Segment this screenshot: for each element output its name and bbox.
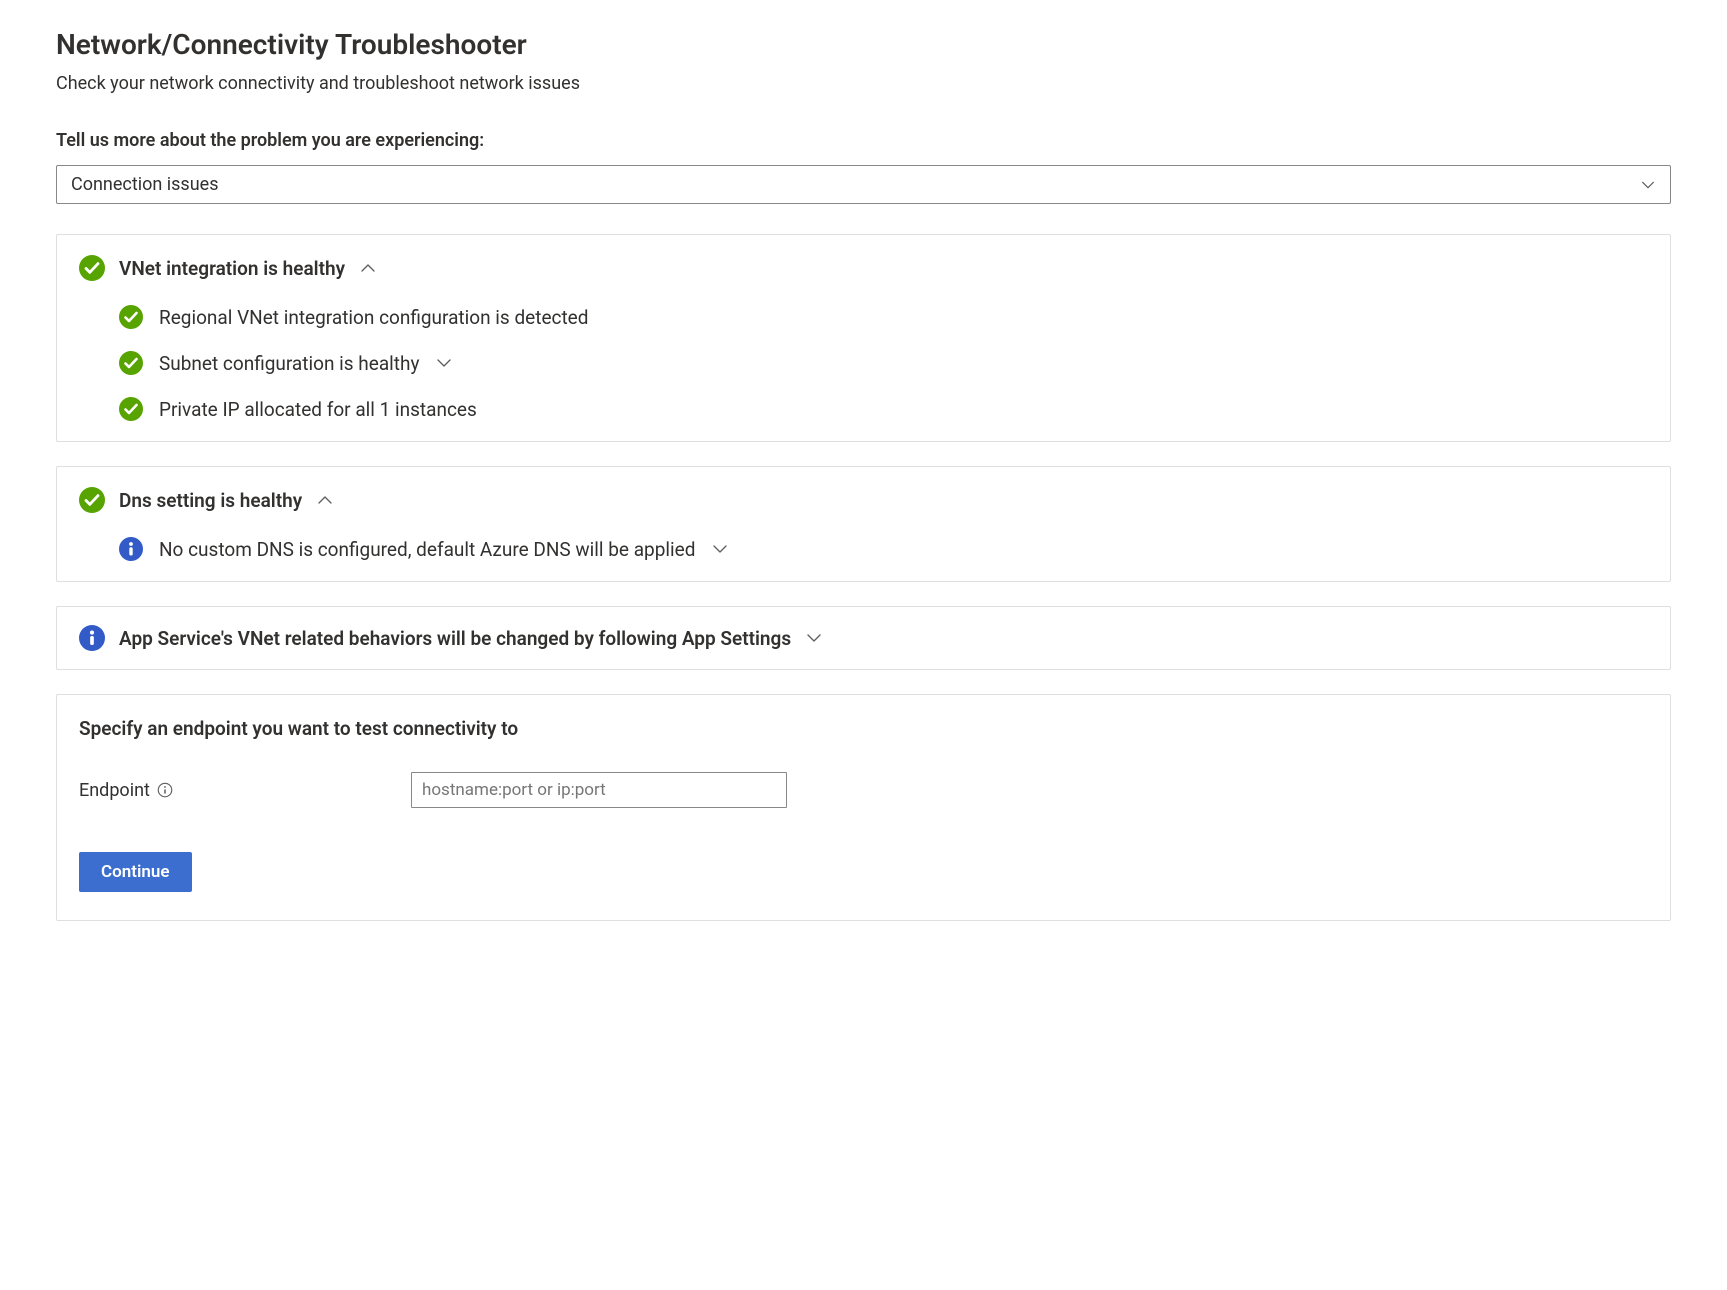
continue-button[interactable]: Continue (79, 852, 192, 892)
vnet-panel-body: Regional VNet integration configuration … (79, 305, 1648, 421)
problem-label: Tell us more about the problem you are e… (56, 130, 1671, 151)
app-settings-panel[interactable]: App Service's VNet related behaviors wil… (56, 606, 1671, 670)
vnet-item-text: Subnet configuration is healthy (159, 352, 419, 375)
chevron-down-icon (711, 540, 729, 558)
vnet-panel: VNet integration is healthy Regional VNe… (56, 234, 1671, 442)
endpoint-label-wrap: Endpoint (79, 780, 411, 801)
endpoint-input[interactable] (411, 772, 787, 808)
chevron-up-icon (359, 259, 377, 277)
check-circle-icon (119, 305, 143, 329)
dns-panel-header[interactable]: Dns setting is healthy (79, 487, 1648, 513)
chevron-down-icon (435, 354, 453, 372)
info-circle-icon (79, 625, 105, 651)
endpoint-row: Endpoint (79, 772, 1648, 808)
problem-selected: Connection issues (71, 174, 218, 195)
dns-panel-body: No custom DNS is configured, default Azu… (79, 537, 1648, 561)
info-circle-icon (119, 537, 143, 561)
problem-dropdown[interactable]: Connection issues (56, 165, 1671, 204)
dns-item[interactable]: No custom DNS is configured, default Azu… (119, 537, 1648, 561)
vnet-title: VNet integration is healthy (119, 257, 345, 280)
vnet-panel-header[interactable]: VNet integration is healthy (79, 255, 1648, 281)
check-circle-icon (79, 487, 105, 513)
info-outline-icon[interactable] (156, 781, 174, 799)
vnet-item[interactable]: Subnet configuration is healthy (119, 351, 1648, 375)
page-subtitle: Check your network connectivity and trou… (56, 73, 1671, 94)
chevron-down-icon (805, 629, 823, 647)
dns-panel: Dns setting is healthy No custom DNS is … (56, 466, 1671, 582)
endpoint-label: Endpoint (79, 780, 150, 801)
app-settings-title: App Service's VNet related behaviors wil… (119, 627, 791, 650)
vnet-item-text: Private IP allocated for all 1 instances (159, 398, 477, 421)
dns-item-text: No custom DNS is configured, default Azu… (159, 538, 695, 561)
vnet-item-text: Regional VNet integration configuration … (159, 306, 588, 329)
check-circle-icon (119, 351, 143, 375)
chevron-down-icon (1640, 177, 1656, 193)
chevron-up-icon (316, 491, 334, 509)
dns-title: Dns setting is healthy (119, 489, 302, 512)
page-title: Network/Connectivity Troubleshooter (56, 28, 1671, 61)
check-circle-icon (119, 397, 143, 421)
check-circle-icon (79, 255, 105, 281)
vnet-item: Regional VNet integration configuration … (119, 305, 1648, 329)
endpoint-panel: Specify an endpoint you want to test con… (56, 694, 1671, 921)
vnet-item: Private IP allocated for all 1 instances (119, 397, 1648, 421)
endpoint-title: Specify an endpoint you want to test con… (79, 717, 1648, 740)
